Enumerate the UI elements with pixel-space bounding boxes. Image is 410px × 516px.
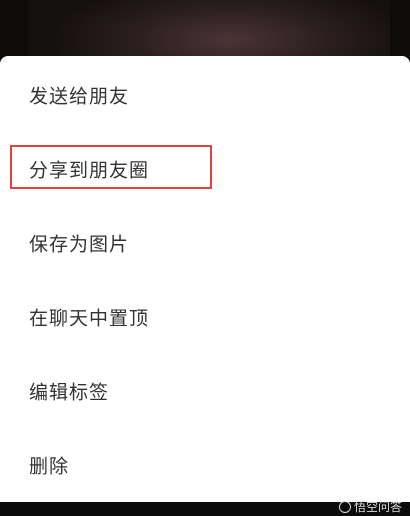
menu-item-save-as-image[interactable]: 保存为图片 [0,206,410,280]
menu-item-pin-in-chat[interactable]: 在聊天中置顶 [0,280,410,354]
menu-item-label: 编辑标签 [29,381,110,404]
wukong-logo-icon [338,500,351,513]
bottom-bar: 悟空问答 [0,500,410,516]
watermark-text: 悟空问答 [353,500,402,514]
menu-item-send-to-friend[interactable]: 发送给朋友 [0,58,410,132]
menu-item-label: 在聊天中置顶 [29,307,150,330]
watermark: 悟空问答 [338,498,402,515]
menu-item-label: 发送给朋友 [29,85,130,108]
menu-item-label: 保存为图片 [29,233,130,256]
menu-item-label: 删除 [29,455,70,478]
action-sheet: 发送给朋友 分享到朋友圈 保存为图片 在聊天中置顶 编辑标签 删除 [0,56,410,502]
menu-item-edit-tags[interactable]: 编辑标签 [0,354,410,428]
highlight-annotation-box [10,145,212,189]
menu-item-delete[interactable]: 删除 [0,428,410,502]
